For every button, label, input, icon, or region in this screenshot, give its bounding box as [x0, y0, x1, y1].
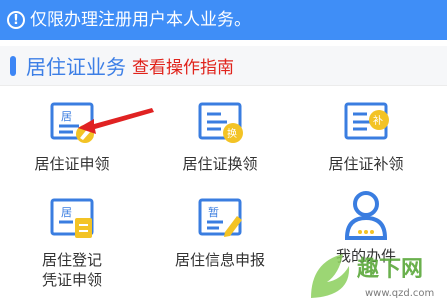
card-glyph: 补: [373, 114, 383, 127]
operation-guide-link[interactable]: 查看操作指南: [132, 53, 234, 78]
user-profile-icon: [344, 191, 388, 240]
service-residence-permit-reissue[interactable]: 补 居住证补领: [296, 100, 436, 200]
notice-banner: ! 仅限办理注册用户本人业务。: [0, 0, 447, 40]
red-arrow-pointer-icon: [78, 108, 154, 134]
watermark-text-url: www.qzd.com: [365, 288, 434, 299]
card-glyph: 居: [61, 206, 72, 219]
service-label: 居住证补领: [328, 155, 404, 173]
card-exchange-icon: 换: [198, 102, 243, 143]
card-report-icon: 暂: [198, 198, 242, 237]
service-label-line2: 凭证申领: [41, 271, 102, 289]
watermark-text-cn: 趣下网: [356, 256, 423, 282]
service-residence-info-report[interactable]: 暂 居住信息申报: [150, 196, 290, 296]
service-label: 居住信息申报: [174, 251, 265, 269]
service-residence-permit-exchange[interactable]: 换 居住证换领: [150, 100, 290, 200]
exclamation-circle-icon: !: [7, 11, 25, 29]
service-label-line1: 居住登记: [41, 251, 102, 269]
section-accent-bar: [10, 55, 16, 76]
section-title: 居住证业务: [26, 55, 126, 79]
card-document-icon: 居: [50, 198, 94, 238]
section-header: 居住证业务 查看操作指南: [0, 46, 447, 86]
watermark-leaf-icon: 趣下网 www.qzd.com: [311, 254, 434, 299]
notice-text: 仅限办理注册用户本人业务。: [30, 9, 251, 30]
card-glyph: 暂: [208, 206, 219, 219]
service-residence-registration-certificate[interactable]: 居 居住登记 凭证申领: [2, 196, 142, 296]
service-label: 居住证换领: [182, 155, 258, 173]
card-reissue-icon: 补: [344, 102, 389, 140]
watermark-logo: 趣下网 www.qzd.com: [305, 244, 445, 304]
card-glyph: 换: [227, 127, 237, 140]
service-label: 居住证申领: [34, 155, 110, 173]
